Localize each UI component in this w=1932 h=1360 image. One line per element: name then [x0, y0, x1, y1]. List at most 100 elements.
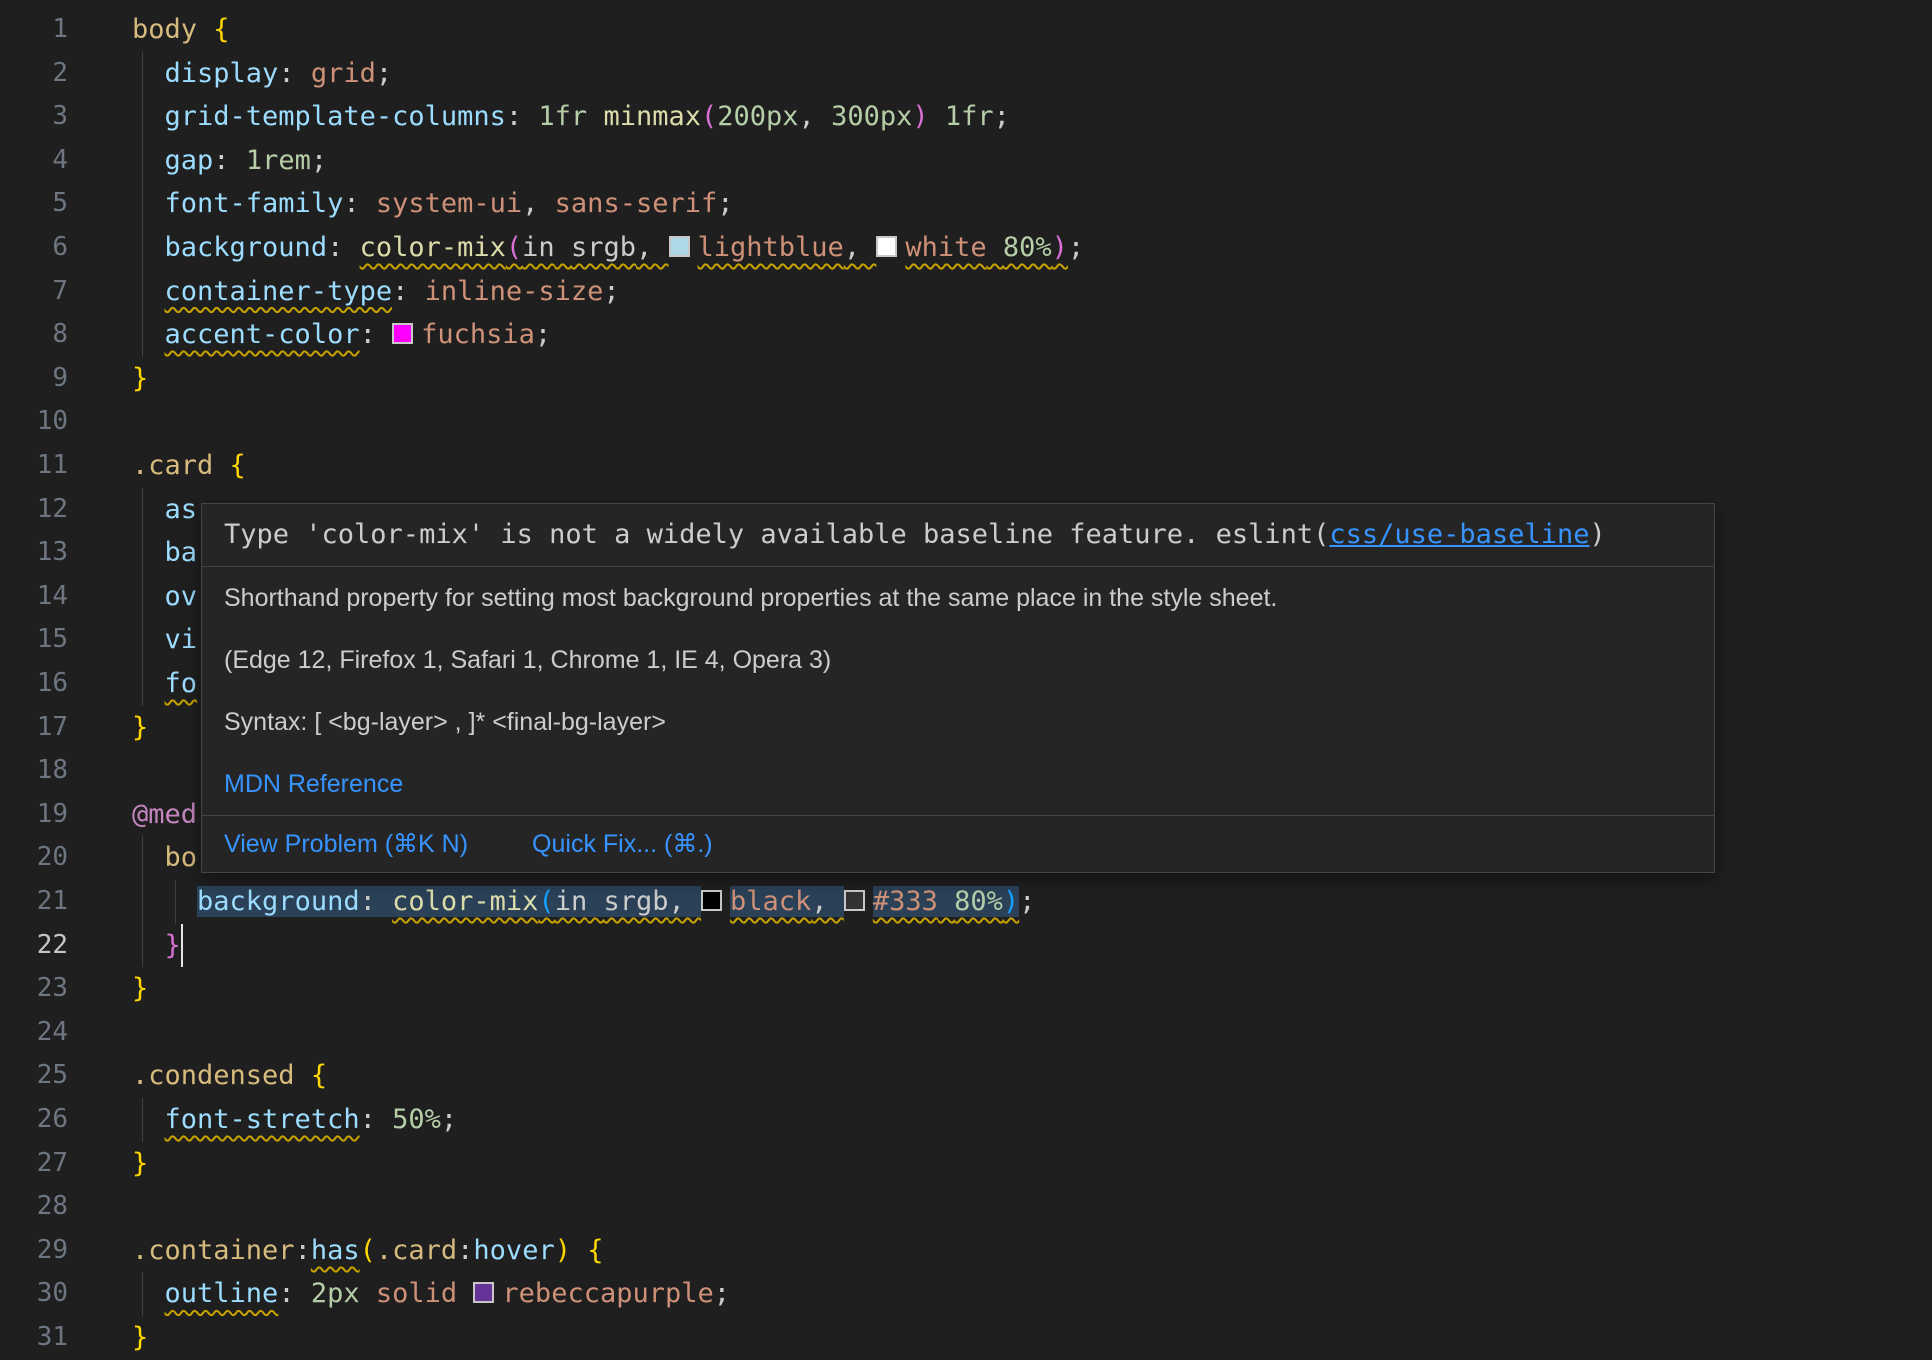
line-number: 4 [0, 139, 68, 183]
code-line-2[interactable]: 2 display: grid; [0, 52, 1932, 96]
browser-support-text: (Edge 12, Firefox 1, Safari 1, Chrome 1,… [202, 629, 1714, 691]
code-text: } [132, 1142, 148, 1186]
color-swatch[interactable] [876, 236, 897, 257]
hover-tooltip: Type 'color-mix' is not a widely availab… [201, 503, 1715, 873]
quick-fix-action[interactable]: Quick Fix... (⌘.) [532, 829, 713, 859]
line-number: 22 [0, 924, 68, 968]
code-text: ov [132, 575, 197, 619]
code-line-29[interactable]: 29 .container:has(.card:hover) { [0, 1229, 1932, 1273]
line-number: 20 [0, 836, 68, 880]
line-number: 18 [0, 749, 68, 793]
code-line-1[interactable]: 1 body { [0, 8, 1932, 52]
code-text: grid-template-columns: 1fr minmax(200px,… [132, 95, 1010, 139]
mdn-reference-row: MDN Reference [202, 753, 1714, 815]
line-number: 12 [0, 488, 68, 532]
line-number: 27 [0, 1142, 68, 1186]
code-text: gap: 1rem; [132, 139, 327, 183]
code-text: bo [132, 836, 197, 880]
line-number: 23 [0, 967, 68, 1011]
code-line-22[interactable]: 22 } [0, 924, 1932, 968]
code-text: body { [132, 8, 230, 52]
code-text: outline: 2px solid rebeccapurple; [132, 1272, 730, 1316]
line-number: 21 [0, 880, 68, 924]
color-swatch[interactable] [844, 890, 865, 911]
line-number: 1 [0, 8, 68, 52]
code-text: as [132, 488, 197, 532]
eslint-warning-row: Type 'color-mix' is not a widely availab… [202, 504, 1714, 566]
line-number: 6 [0, 226, 68, 270]
syntax-text: Syntax: [ <bg-layer> , ]* <final-bg-laye… [202, 691, 1714, 753]
code-line-8[interactable]: 8 accent-color: fuchsia; [0, 313, 1932, 357]
line-number: 30 [0, 1272, 68, 1316]
property-description: Shorthand property for setting most back… [202, 567, 1714, 629]
code-text: } [132, 357, 148, 401]
line-number: 17 [0, 706, 68, 750]
code-text: accent-color: fuchsia; [132, 313, 551, 357]
code-text: display: grid; [132, 52, 392, 96]
code-text: .container:has(.card:hover) { [132, 1229, 604, 1273]
line-number: 19 [0, 793, 68, 837]
code-text: } [132, 967, 148, 1011]
code-line-25[interactable]: 25 .condensed { [0, 1054, 1932, 1098]
line-number: 2 [0, 52, 68, 96]
eslint-rule-link[interactable]: css/use-baseline [1329, 519, 1589, 550]
mdn-reference-link[interactable]: MDN Reference [224, 770, 403, 799]
code-text: .condensed { [132, 1054, 327, 1098]
line-number: 3 [0, 95, 68, 139]
line-number: 9 [0, 357, 68, 401]
line-number: 15 [0, 618, 68, 662]
code-text: fo [132, 662, 197, 706]
code-line-21[interactable]: 21 background: color-mix(in srgb, black,… [0, 880, 1932, 924]
code-text: font-stretch: 50%; [132, 1098, 457, 1142]
code-line-24[interactable]: 24 [0, 1011, 1932, 1055]
code-editor: 1body {2 display: grid;3 grid-template-c… [0, 0, 1932, 1358]
text-cursor [181, 924, 184, 968]
line-number: 26 [0, 1098, 68, 1142]
line-number: 31 [0, 1316, 68, 1360]
line-number: 11 [0, 444, 68, 488]
view-problem-action[interactable]: View Problem (⌘K N) [224, 829, 468, 859]
color-swatch[interactable] [701, 890, 722, 911]
code-text: } [132, 706, 148, 750]
line-number: 8 [0, 313, 68, 357]
code-line-31[interactable]: 31} [0, 1316, 1932, 1360]
color-swatch[interactable] [669, 236, 690, 257]
code-text: } [132, 1316, 148, 1360]
line-number: 16 [0, 662, 68, 706]
line-number: 14 [0, 575, 68, 619]
code-text: @med [132, 793, 197, 837]
code-text: container-type: inline-size; [132, 270, 620, 314]
code-line-9[interactable]: 9} [0, 357, 1932, 401]
code-line-27[interactable]: 27} [0, 1142, 1932, 1186]
line-number: 10 [0, 400, 68, 444]
line-number: 24 [0, 1011, 68, 1055]
code-text: vi [132, 618, 197, 662]
line-number: 29 [0, 1229, 68, 1273]
code-line-6[interactable]: 6 background: color-mix(in srgb, lightbl… [0, 226, 1932, 270]
eslint-warning-suffix: ) [1589, 519, 1605, 550]
code-text: background: color-mix(in srgb, lightblue… [132, 226, 1084, 270]
code-text: ba [132, 531, 197, 575]
code-line-23[interactable]: 23} [0, 967, 1932, 1011]
code-line-4[interactable]: 4 gap: 1rem; [0, 139, 1932, 183]
code-line-30[interactable]: 30 outline: 2px solid rebeccapurple; [0, 1272, 1932, 1316]
code-text: font-family: system-ui, sans-serif; [132, 182, 734, 226]
color-swatch[interactable] [473, 1282, 494, 1303]
code-line-28[interactable]: 28 [0, 1185, 1932, 1229]
line-number: 13 [0, 531, 68, 575]
color-swatch[interactable] [392, 323, 413, 344]
line-number: 28 [0, 1185, 68, 1229]
code-text: } [132, 924, 181, 968]
code-text: .card { [132, 444, 246, 488]
code-line-10[interactable]: 10 [0, 400, 1932, 444]
code-line-7[interactable]: 7 container-type: inline-size; [0, 270, 1932, 314]
line-number: 7 [0, 270, 68, 314]
line-number: 5 [0, 182, 68, 226]
eslint-warning-text: Type 'color-mix' is not a widely availab… [224, 519, 1329, 550]
code-line-3[interactable]: 3 grid-template-columns: 1fr minmax(200p… [0, 95, 1932, 139]
code-line-11[interactable]: 11 .card { [0, 444, 1932, 488]
tooltip-actions: View Problem (⌘K N) Quick Fix... (⌘.) [202, 816, 1714, 872]
code-line-26[interactable]: 26 font-stretch: 50%; [0, 1098, 1932, 1142]
code-line-5[interactable]: 5 font-family: system-ui, sans-serif; [0, 182, 1932, 226]
line-number: 25 [0, 1054, 68, 1098]
